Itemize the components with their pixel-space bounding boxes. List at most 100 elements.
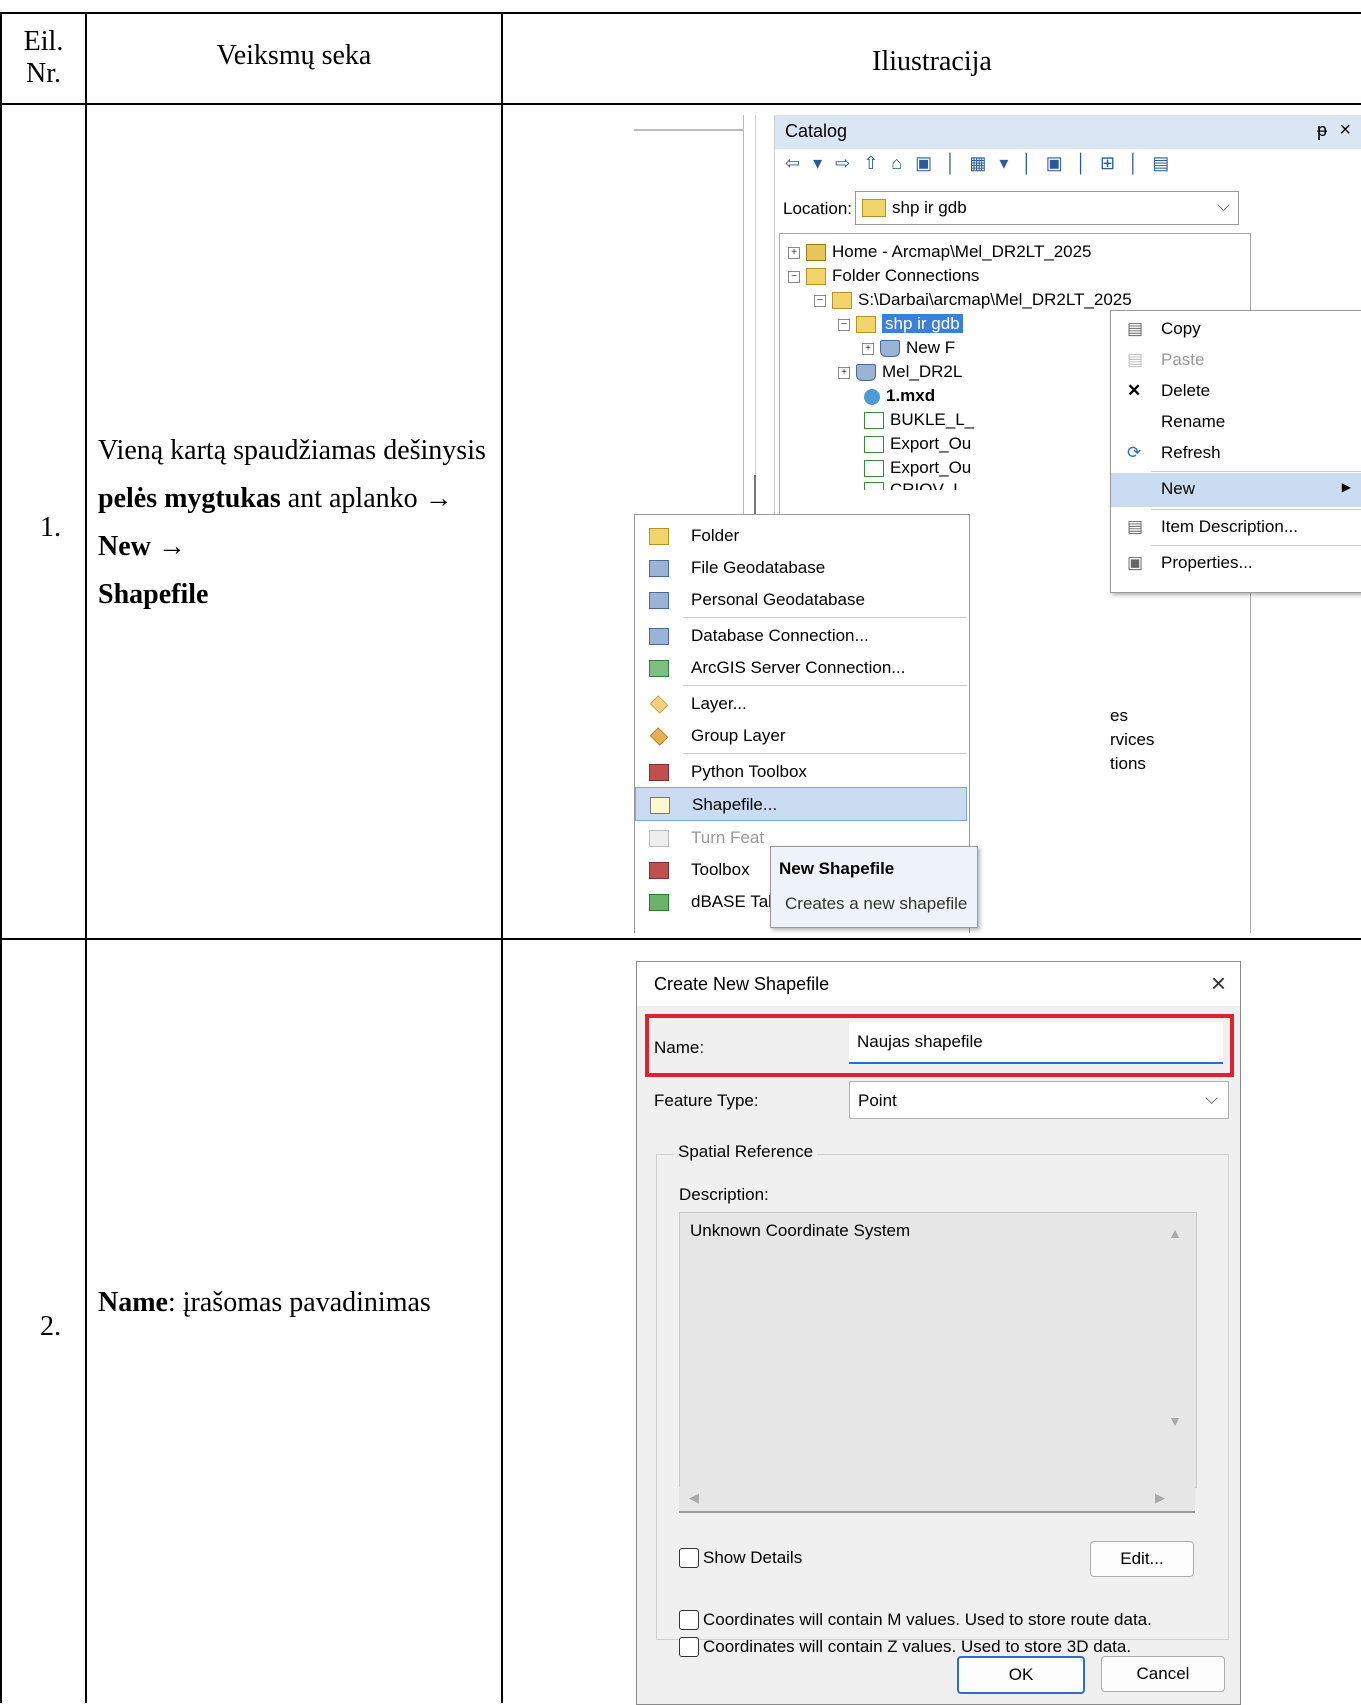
show-details-checkbox[interactable]	[679, 1548, 699, 1568]
menu-item-delete[interactable]: ✕ Delete	[1111, 375, 1361, 406]
submenu-item-personal-geodatabase[interactable]: Personal Geodatabase	[635, 583, 967, 615]
properties-icon: ▣	[1127, 553, 1144, 572]
tooltip-text: Creates a new shapefile	[785, 894, 968, 913]
table-row-border	[0, 938, 1361, 940]
menu-separator	[683, 685, 967, 686]
z-values-checkbox[interactable]	[679, 1637, 699, 1657]
catalog-titlebar: Catalog ᵽ ×	[775, 115, 1361, 149]
tree-item-label: Home - Arcmap\Mel_DR2LT_2025	[832, 242, 1092, 261]
step1-bold-mouse: pelės mygtukas	[98, 483, 281, 514]
menu-item-new[interactable]: New ▶	[1111, 473, 1361, 507]
scroll-left-icon[interactable]: ◀	[689, 1490, 699, 1506]
pin-icon[interactable]: ᵽ	[1317, 120, 1327, 141]
tree-item-label: Folder Connections	[832, 266, 980, 285]
group-layer-icon	[649, 727, 669, 746]
collapse-minus-icon[interactable]: −	[814, 294, 826, 307]
submenu-item-layer[interactable]: Layer...	[635, 687, 967, 719]
tree-item-new-fgdb[interactable]: + New F	[862, 338, 955, 358]
menu-item-refresh[interactable]: ⟳ Refresh	[1111, 437, 1361, 468]
catalog-title: Catalog	[785, 121, 848, 141]
geodatabase-icon	[649, 560, 669, 577]
submenu-item-folder[interactable]: Folder	[635, 519, 967, 551]
turn-feature-class-icon	[649, 830, 669, 847]
table-icon	[864, 436, 884, 454]
tree-item-criov[interactable]: CRIOV_L	[864, 480, 963, 490]
close-icon[interactable]: ×	[1211, 968, 1226, 999]
arccatalog-screenshot: Catalog ᵽ × ⇦ ▾ ⇨ ⇧ ⌂ ▣ │ ▦ ▾ │ ▣ │ ⊞ │ …	[634, 115, 1361, 933]
location-combobox[interactable]: shp ir gdb ⌵	[855, 191, 1239, 225]
chevron-down-icon[interactable]: ⌵	[1205, 1089, 1218, 1109]
step1-bold-shapefile: Shapefile	[98, 579, 209, 610]
feature-type-select[interactable]: Point ⌵	[849, 1081, 1229, 1119]
hidden-tree-text-1: es	[1110, 706, 1128, 725]
table-left-border	[0, 12, 2, 1703]
menu-item-copy[interactable]: ▤ Copy	[1111, 313, 1361, 344]
m-values-checkbox[interactable]	[679, 1610, 699, 1630]
tree-item-mxd[interactable]: 1.mxd	[864, 386, 935, 406]
scroll-up-icon[interactable]: ▲	[1168, 1225, 1182, 1241]
submenu-item-group-layer[interactable]: Group Layer	[635, 719, 967, 751]
left-panel-edge	[634, 129, 743, 131]
header-col-illustration: Iliustracija	[872, 46, 992, 77]
tree-item-shp-ir-gdb[interactable]: − shp ir gdb	[838, 314, 963, 334]
m-values-label: Coordinates will contain M values. Used …	[703, 1610, 1152, 1629]
collapse-minus-icon[interactable]: −	[788, 270, 800, 283]
line-shapefile-icon	[864, 412, 884, 430]
delete-x-icon: ✕	[1127, 381, 1142, 400]
tree-item-bukle[interactable]: BUKLE_L_	[864, 410, 974, 430]
open-folder-icon	[856, 316, 876, 334]
name-input[interactable]: Naujas shapefile	[849, 1022, 1223, 1064]
feature-type-value: Point	[858, 1091, 897, 1110]
description-textbox[interactable]: Unknown Coordinate System ▲ ▼	[679, 1212, 1197, 1488]
step2-bold-name: Name	[98, 1287, 168, 1318]
context-menu: ▤ Copy ▤ Paste ✕ Delete Rename ⟳ Refresh New…	[1110, 310, 1361, 593]
menu-item-rename[interactable]: Rename	[1111, 406, 1361, 437]
tree-item-home[interactable]: + Home - Arcmap\Mel_DR2LT_2025	[788, 242, 1092, 262]
submenu-item-database-connection[interactable]: Database Connection...	[635, 619, 967, 651]
header-col-number: Eil. Nr.	[23, 26, 64, 89]
submenu-item-python-toolbox[interactable]: Python Toolbox	[635, 755, 967, 787]
submenu-item-arcgis-server-connection[interactable]: ArcGIS Server Connection...	[635, 651, 967, 683]
submenu-item-file-geodatabase[interactable]: File Geodatabase	[635, 551, 967, 583]
step1-bold-new: New	[98, 531, 151, 562]
folder-connections-icon	[806, 268, 826, 286]
horizontal-scrollbar[interactable]: ◀ ▶	[679, 1487, 1195, 1513]
close-icon[interactable]: ×	[1339, 119, 1351, 142]
expand-plus-icon[interactable]: +	[788, 246, 800, 259]
scroll-right-icon[interactable]: ▶	[1155, 1490, 1165, 1506]
shapefile-icon	[650, 797, 670, 814]
name-input-value: Naujas shapefile	[857, 1032, 983, 1051]
tree-item-export-1[interactable]: Export_Ou	[864, 434, 971, 454]
spatial-reference-label: Spatial Reference	[674, 1142, 818, 1162]
menu-item-item-description[interactable]: ▤ Item Description...	[1111, 511, 1361, 542]
row-number-2: 2.	[40, 1311, 61, 1342]
folder-icon	[649, 528, 669, 545]
toolbox-icon	[649, 862, 669, 879]
show-details-label: Show Details	[703, 1548, 803, 1567]
tree-item-mel-dr2l[interactable]: + Mel_DR2L	[838, 362, 962, 382]
location-value: shp ir gdb	[892, 198, 967, 217]
menu-item-paste[interactable]: ▤ Paste	[1111, 344, 1361, 375]
chevron-down-icon[interactable]: ⌵	[1217, 196, 1230, 216]
tree-item-label: CRIOV_L	[890, 480, 963, 490]
row-number-1: 1.	[40, 512, 61, 543]
description-label: Description:	[679, 1185, 769, 1204]
tree-item-s-drive[interactable]: − S:\Darbai\arcmap\Mel_DR2LT_2025	[814, 290, 1132, 310]
edit-button[interactable]: Edit...	[1090, 1541, 1194, 1577]
menu-item-properties[interactable]: ▣ Properties...	[1111, 547, 1361, 578]
tree-item-export-2[interactable]: Export_Ou	[864, 458, 971, 478]
tooltip-title: New Shapefile	[779, 859, 895, 878]
splitter-handle[interactable]	[754, 475, 756, 515]
expand-plus-icon[interactable]: +	[838, 366, 850, 379]
hidden-tree-text-3: tions	[1110, 754, 1146, 773]
tree-item-label: BUKLE_L_	[890, 410, 975, 429]
submenu-item-shapefile[interactable]: Shapefile...	[635, 787, 967, 821]
scroll-down-icon[interactable]: ▼	[1168, 1413, 1182, 1429]
table-icon	[649, 894, 669, 911]
expand-plus-icon[interactable]: +	[862, 342, 874, 355]
tree-item-folder-connections[interactable]: − Folder Connections	[788, 266, 979, 286]
ok-button[interactable]: OK	[957, 1656, 1085, 1694]
cancel-button[interactable]: Cancel	[1101, 1656, 1225, 1692]
catalog-toolbar[interactable]: ⇦ ▾ ⇨ ⇧ ⌂ ▣ │ ▦ ▾ │ ▣ │ ⊞ │ ▤	[785, 153, 1345, 183]
collapse-minus-icon[interactable]: −	[838, 318, 850, 331]
